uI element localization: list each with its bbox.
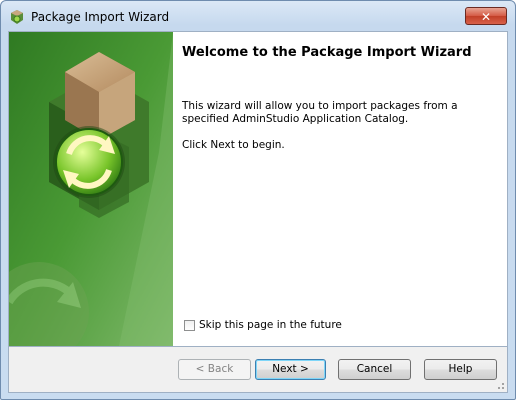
skip-page-label[interactable]: Skip this page in the future (199, 319, 342, 331)
app-icon (11, 10, 23, 24)
wizard-content: Welcome to the Package Import Wizard Thi… (8, 31, 508, 347)
help-button[interactable]: Help (424, 359, 497, 380)
skip-page-checkbox[interactable] (184, 319, 195, 331)
refresh-arrows-icon (53, 126, 125, 198)
resize-grip-icon[interactable] (495, 380, 505, 390)
description-text: This wizard will allow you to import pac… (182, 100, 458, 125)
window-title: Package Import Wizard (31, 10, 170, 24)
cancel-button[interactable]: Cancel (338, 359, 411, 380)
hint-text: Click Next to begin. (182, 139, 285, 151)
page-title: Welcome to the Package Import Wizard (182, 45, 472, 60)
button-bar: < Back Next > Cancel Help (8, 347, 508, 393)
close-button[interactable]: ✕ (465, 7, 507, 25)
title-bar[interactable]: Package Import Wizard ✕ (1, 1, 515, 31)
back-button[interactable]: < Back (178, 359, 251, 380)
wizard-main-panel: Welcome to the Package Import Wizard Thi… (173, 32, 507, 346)
wizard-window: Package Import Wizard ✕ Welcome to the P… (0, 0, 516, 400)
next-button[interactable]: Next > (255, 359, 326, 380)
skip-page-option[interactable]: Skip this page in the future (184, 319, 342, 331)
wizard-banner (9, 32, 173, 346)
close-icon: ✕ (480, 10, 492, 24)
